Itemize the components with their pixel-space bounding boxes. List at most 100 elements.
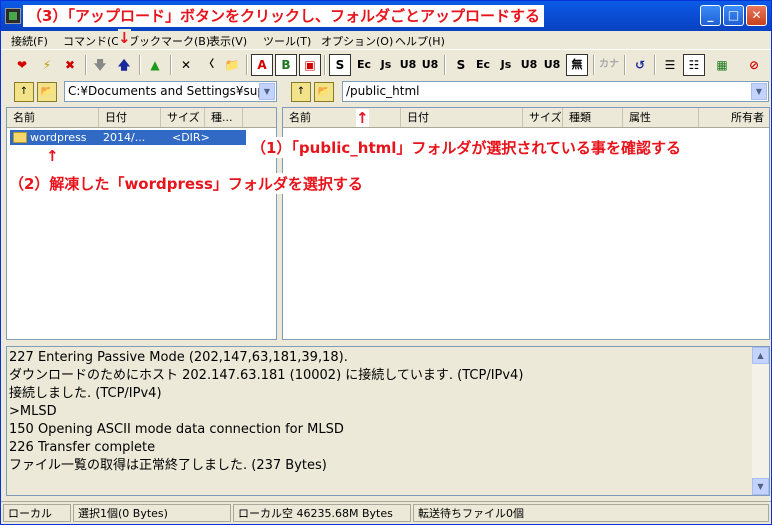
file-size: <DIR>	[172, 131, 210, 144]
local-path-text: C:¥Documents and Settings¥sup	[68, 84, 266, 98]
rename-icon[interactable]: 〈	[198, 54, 220, 76]
local-open-folder-icon[interactable]: 📂	[37, 82, 57, 102]
no-convert-icon[interactable]: 無	[566, 54, 588, 76]
chevron-down-icon[interactable]: ▼	[751, 83, 767, 100]
euc-icon[interactable]: Ec	[353, 54, 375, 76]
status-selection: 選択1個(0 Bytes)	[73, 504, 231, 522]
close-button[interactable]: ✕	[746, 5, 767, 26]
remote-up-folder-icon[interactable]: ↑	[291, 82, 311, 102]
mirror-upload-icon[interactable]: ▲	[144, 54, 166, 76]
chevron-down-icon[interactable]: ▼	[752, 478, 769, 495]
remote-address-row: ↑ 📂 /public_html ▼	[283, 79, 771, 105]
log-scrollbar[interactable]: ▲ ▼	[752, 347, 769, 495]
connect-icon[interactable]: ❤	[11, 54, 33, 76]
remote-open-folder-icon[interactable]: 📂	[314, 82, 334, 102]
remote-path-text: /public_html	[346, 84, 420, 98]
local-path-select[interactable]: C:¥Documents and Settings¥sup ▼	[64, 81, 277, 102]
list-view-icon[interactable]: ☰	[659, 54, 681, 76]
status-free-space: ローカル空 46235.68M Bytes	[233, 504, 411, 522]
col-name[interactable]: 名前	[7, 108, 99, 127]
toolbar: ❤ ⚡ ✖ 🡇 🡅 ▲ ✕ 〈 📁 A B ▣ S Ec Js U8 U8 S …	[1, 49, 771, 79]
tree-icon[interactable]: ▦	[711, 54, 733, 76]
chevron-up-icon[interactable]: ▲	[752, 347, 769, 364]
col-owner[interactable]: 所有者	[699, 108, 769, 127]
quick-connect-icon[interactable]: ⚡	[36, 54, 58, 76]
col-type[interactable]: 種...	[205, 108, 243, 127]
log-line: >MLSD	[9, 404, 57, 419]
col-attr[interactable]: 属性	[623, 108, 699, 127]
remote-euc-icon[interactable]: Ec	[472, 54, 494, 76]
upload-pointer-arrow: ↓	[118, 29, 131, 47]
delete-icon[interactable]: ✕	[175, 54, 197, 76]
remote-utf8-icon[interactable]: U8	[518, 54, 540, 76]
folder-icon	[13, 132, 27, 143]
remote-sjis-icon[interactable]: S	[450, 54, 472, 76]
col-date[interactable]: 日付	[99, 108, 161, 127]
disconnect-icon[interactable]: ✖	[59, 54, 81, 76]
remote-utf8n-icon[interactable]: U8	[541, 54, 563, 76]
app-icon	[5, 8, 21, 24]
toolbar-separator	[654, 55, 656, 75]
menu-tools[interactable]: ツール(T)	[263, 33, 311, 49]
ascii-mode-icon[interactable]: A	[251, 54, 273, 76]
log-line: 227 Entering Passive Mode (202,147,63,18…	[9, 350, 348, 365]
table-row[interactable]: wordpress 2014/... <DIR>	[10, 130, 246, 145]
annotation-1: （1）「public_html」フォルダが選択されている事を確認する	[251, 137, 681, 158]
minimize-button[interactable]: _	[700, 5, 721, 26]
maximize-button[interactable]: □	[723, 5, 744, 26]
file-name: wordpress	[30, 131, 87, 144]
local-address-row: ↑ 📂 C:¥Documents and Settings¥sup ▼	[1, 79, 279, 105]
col-date[interactable]: 日付	[401, 108, 523, 127]
binary-mode-icon[interactable]: B	[275, 54, 297, 76]
download-icon[interactable]: 🡇	[89, 54, 111, 76]
col-size[interactable]: サイズ	[523, 108, 563, 127]
toolbar-separator	[170, 55, 172, 75]
menu-connect[interactable]: 接続(F)	[11, 33, 48, 49]
jis-icon[interactable]: Js	[375, 54, 397, 76]
new-folder-icon[interactable]: 📁	[221, 54, 243, 76]
col-type[interactable]: 種類	[563, 108, 623, 127]
menu-view[interactable]: 表示(V)	[209, 33, 247, 49]
detail-view-icon[interactable]: ☷	[683, 54, 705, 76]
local-file-list[interactable]: 名前 日付 サイズ 種... wordpress 2014/... <DIR>	[6, 107, 277, 340]
auto-mode-icon[interactable]: ▣	[299, 54, 321, 76]
utf8-icon[interactable]: U8	[397, 54, 419, 76]
local-up-folder-icon[interactable]: ↑	[14, 82, 34, 102]
sjis-icon[interactable]: S	[329, 54, 351, 76]
log-line: 226 Transfer complete	[9, 440, 156, 455]
toolbar-separator	[139, 55, 141, 75]
menu-options[interactable]: オプション(O)	[321, 33, 393, 49]
chevron-down-icon[interactable]: ▼	[259, 83, 275, 100]
menu-command[interactable]: コマンド(C)	[63, 33, 123, 49]
log-line: ダウンロードのためにホスト 202.147.63.181 (10002) に接続…	[9, 368, 524, 383]
upload-icon[interactable]: 🡅	[113, 54, 135, 76]
stop-icon[interactable]: ⊘	[743, 54, 765, 76]
status-side: ローカル	[3, 504, 71, 522]
title-bar: （3）「アップロード」ボタンをクリックし、フォルダごとアップロードする _ □ …	[1, 1, 771, 31]
title-annotation: （3）「アップロード」ボタンをクリックし、フォルダごとアップロードする	[23, 5, 544, 27]
toolbar-separator	[624, 55, 626, 75]
toolbar-separator	[444, 55, 446, 75]
remote-jis-icon[interactable]: Js	[495, 54, 517, 76]
toolbar-separator	[593, 55, 595, 75]
refresh-icon[interactable]: ↺	[629, 54, 651, 76]
utf8n-icon[interactable]: U8	[419, 54, 441, 76]
log-line: 150 Opening ASCII mode data connection f…	[9, 422, 344, 437]
log-panel[interactable]: 227 Entering Passive Mode (202,147,63,18…	[6, 346, 770, 496]
remote-path-select[interactable]: /public_html ▼	[342, 81, 769, 102]
local-column-header: 名前 日付 サイズ 種...	[7, 108, 276, 128]
col-size[interactable]: サイズ	[161, 108, 205, 127]
toolbar-separator	[324, 55, 326, 75]
remote-pointer-arrow: ↑	[356, 109, 369, 127]
log-line: ファイル一覧の取得は正常終了しました. (237 Bytes)	[9, 458, 327, 473]
menu-help[interactable]: ヘルプ(H)	[395, 33, 445, 49]
kana-icon[interactable]: カナ	[598, 54, 620, 76]
col-name[interactable]: 名前	[283, 108, 401, 127]
local-pointer-arrow: ↑	[46, 147, 59, 165]
log-line: 接続しました. (TCP/IPv4)	[9, 386, 162, 401]
toolbar-separator	[85, 55, 87, 75]
ffftp-window: （3）「アップロード」ボタンをクリックし、フォルダごとアップロードする _ □ …	[0, 0, 772, 525]
toolbar-separator	[246, 55, 248, 75]
menu-bookmark[interactable]: ブックマーク(B)	[128, 33, 210, 49]
status-bar: ローカル 選択1個(0 Bytes) ローカル空 46235.68M Bytes…	[1, 501, 771, 524]
